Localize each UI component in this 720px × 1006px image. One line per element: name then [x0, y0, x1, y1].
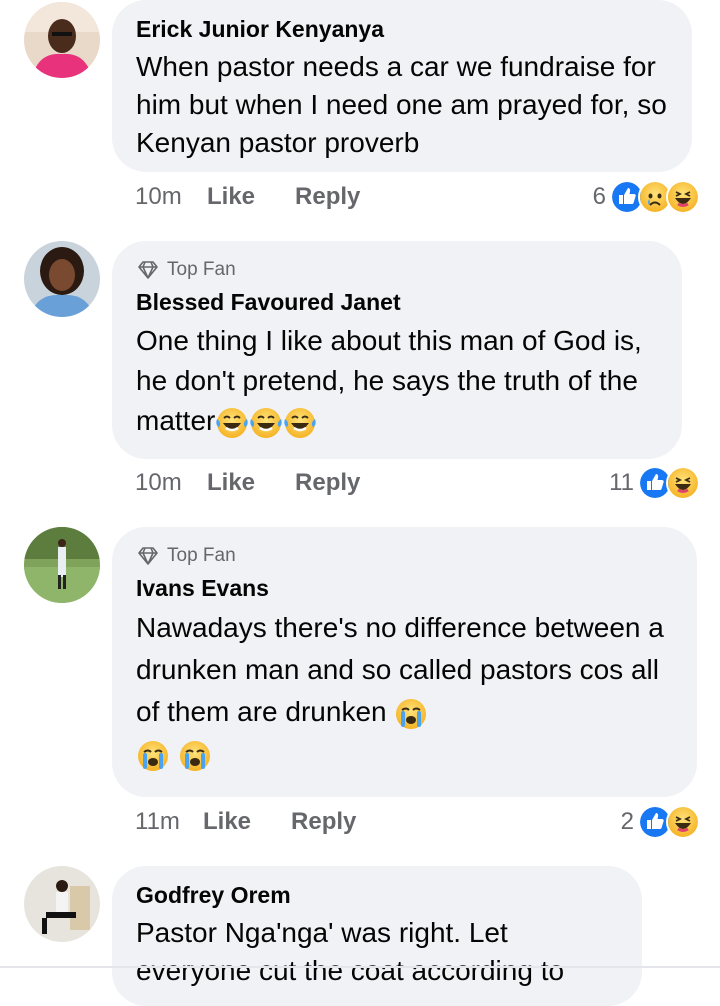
comment-text-content: One thing I like about this man of God i…	[136, 325, 642, 436]
reply-button[interactable]: Reply	[295, 469, 360, 497]
reaction-count: 2	[620, 808, 634, 835]
haha-icon	[666, 466, 700, 500]
comment-author[interactable]: Godfrey Orem	[136, 880, 618, 910]
haha-icon	[666, 180, 700, 214]
comment-time[interactable]: 10m	[135, 469, 207, 497]
comment-author[interactable]: Ivans Evans	[136, 573, 673, 603]
haha-icon	[666, 805, 700, 839]
avatar[interactable]	[24, 2, 100, 78]
laughing-tears-emoji	[283, 406, 317, 440]
avatar[interactable]	[24, 241, 100, 317]
reaction-count: 11	[609, 469, 634, 496]
crying-emoji	[394, 697, 428, 731]
top-fan-badge: Top Fan	[136, 543, 673, 569]
like-button[interactable]: Like	[203, 808, 251, 836]
diamond-icon	[136, 260, 160, 280]
reactions-summary[interactable]: 11	[609, 466, 700, 500]
reply-button[interactable]: Reply	[291, 808, 356, 836]
comment-time[interactable]: 11m	[135, 808, 203, 836]
comment-text: One thing I like about this man of God i…	[136, 321, 658, 441]
avatar[interactable]	[24, 527, 100, 603]
comment-time[interactable]: 10m	[135, 183, 207, 211]
badge-label: Top Fan	[167, 259, 236, 280]
comment-text: When pastor needs a car we fundraise for…	[136, 51, 667, 158]
comment-meta: 10m Like Reply 11	[135, 463, 700, 503]
comment-bubble: Top Fan Ivans Evans Nawadays there's no …	[112, 527, 697, 797]
laughing-tears-emoji	[215, 406, 249, 440]
comment-bubble: Godfrey Orem Pastor Nga'nga' was right. …	[112, 866, 642, 1006]
comment-author[interactable]: Blessed Favoured Janet	[136, 287, 658, 317]
reply-button[interactable]: Reply	[295, 183, 360, 211]
comment-meta: 11m Like Reply 2	[135, 802, 700, 842]
comment-bubble: Top Fan Blessed Favoured Janet One thing…	[112, 241, 682, 459]
bottom-divider	[0, 966, 720, 968]
reactions-summary[interactable]: 2	[621, 805, 700, 839]
laughing-tears-emoji	[249, 406, 283, 440]
top-fan-badge: Top Fan	[136, 257, 658, 283]
like-button[interactable]: Like	[207, 469, 255, 497]
reaction-count: 6	[592, 183, 606, 210]
crying-emoji	[136, 739, 170, 773]
badge-label: Top Fan	[167, 545, 236, 566]
comment-text: Pastor Nga'nga' was right. Let everyone …	[136, 917, 565, 986]
diamond-icon	[136, 546, 160, 566]
comment-bubble: Erick Junior Kenyanya When pastor needs …	[112, 0, 692, 172]
reactions-summary[interactable]: 6	[593, 180, 700, 214]
avatar[interactable]	[24, 866, 100, 942]
comment-meta: 10m Like Reply 6	[135, 177, 700, 217]
comment-text: Nawadays there's no difference between a…	[136, 607, 673, 775]
crying-emoji	[178, 739, 212, 773]
comment-author[interactable]: Erick Junior Kenyanya	[136, 14, 668, 44]
like-button[interactable]: Like	[207, 183, 255, 211]
